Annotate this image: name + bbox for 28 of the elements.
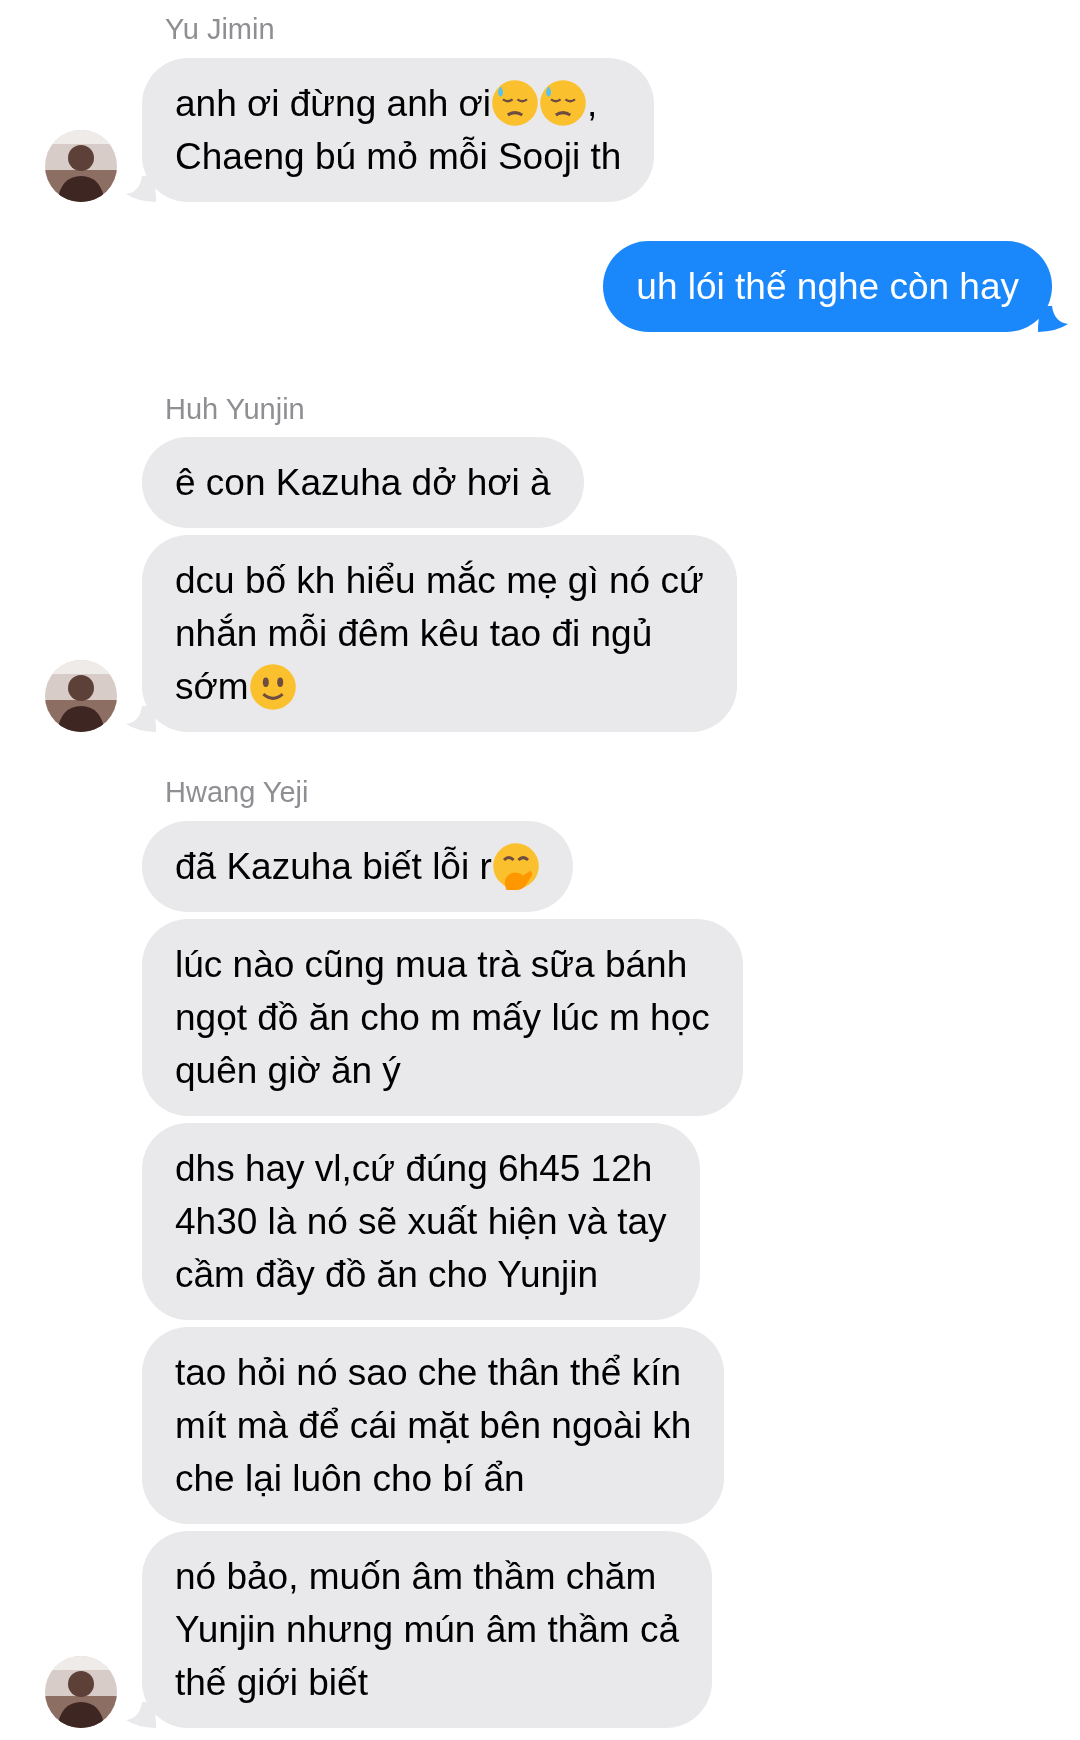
message-text: sớm	[175, 665, 249, 709]
message-text: che lại luôn cho bí ẩn	[175, 1456, 525, 1501]
message-text: anh ơi đừng anh ơi	[175, 81, 492, 126]
message-text: nó bảo, muốn âm thầm chăm	[175, 1554, 657, 1599]
message-text: dhs hay vl,cứ đúng 6h45 12h	[175, 1146, 653, 1191]
message-text: Yunjin nhưng mún âm thầm cả	[175, 1607, 679, 1652]
message-text: nhắn mỗi đêm kêu tao đi ngủ	[175, 612, 653, 656]
message-text: 4h30 là nó sẽ xuất hiện và tay	[175, 1199, 667, 1244]
sender-name: Yu Jimin	[165, 12, 276, 47]
sender-name: Huh Yunjin	[165, 391, 306, 427]
message-text: uh lói thế nghe còn hay	[636, 264, 1019, 309]
message-text: thế giới biết	[175, 1660, 368, 1705]
message-text: ngọt đồ ăn cho m mấy lúc m học	[175, 995, 710, 1040]
message-text: lúc nào cũng mua trà sữa bánh	[175, 942, 688, 987]
hand-over-mouth-face-icon	[491, 842, 540, 890]
message-text: Chaeng bú mỏ mỗi Sooji th	[175, 134, 622, 179]
message-text: mít mà để cái mặt bên ngoài kh	[175, 1403, 692, 1448]
sweat-face-icon	[539, 79, 588, 127]
sender-name: Hwang Yeji	[165, 775, 310, 810]
message-text: ,	[587, 81, 598, 126]
message-text: dcu bố kh hiểu mắc mẹ gì nó cứ	[175, 559, 704, 603]
message-text: ê con Kazuha dở hơi à	[175, 461, 551, 505]
message-text: đã Kazuha biết lỗi r	[175, 844, 492, 889]
message-text: quên giờ ăn ý	[175, 1048, 401, 1093]
message-text: cầm đầy đồ ăn cho Yunjin	[175, 1252, 599, 1297]
smiling-face-icon	[248, 662, 297, 711]
sweat-face-icon	[491, 79, 540, 127]
message-text: tao hỏi nó sao che thân thể kín	[175, 1350, 682, 1395]
